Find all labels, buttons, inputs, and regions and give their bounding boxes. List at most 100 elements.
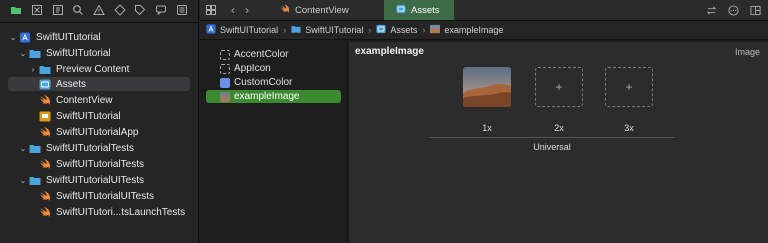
icon-placeholder-icon	[220, 63, 230, 74]
asset-catalog-icon	[376, 24, 386, 36]
entitlements-icon	[38, 110, 52, 122]
breadcrumb-item[interactable]: SwiftUITutorial	[206, 24, 278, 36]
tree-item-folder[interactable]: ⌄ SwiftUITutorial	[8, 46, 190, 60]
split-editor-icon[interactable]	[748, 2, 762, 18]
folder-icon[interactable]	[6, 1, 27, 19]
tab-label: ContentView	[295, 4, 349, 16]
tree-item-label: Assets	[56, 78, 87, 90]
folder-icon	[291, 24, 301, 36]
breadcrumb-item[interactable]: Assets	[376, 24, 417, 36]
editor-area: ‹ › ContentView Assets SwiftUITutorial ›…	[200, 0, 768, 243]
hierarchy-icon[interactable]	[47, 1, 68, 19]
navigator-toolbar	[0, 0, 198, 20]
swift-file-icon	[280, 3, 290, 17]
chevron-down-icon[interactable]: ⌄	[18, 176, 28, 185]
asset-label: AccentColor	[234, 49, 289, 60]
asset-item-customcolor[interactable]: CustomColor	[206, 76, 341, 89]
breadcrumb-label: exampleImage	[444, 25, 504, 35]
breadcrumb-label: SwiftUITutorial	[305, 25, 364, 35]
chevron-right-icon: ›	[283, 25, 287, 35]
editor-right-tools	[704, 2, 762, 18]
tree-item-label: SwiftUITutorialUITests	[46, 174, 144, 186]
breadcrumb-label: Assets	[390, 25, 418, 35]
asset-label: CustomColor	[234, 77, 293, 88]
folder-icon	[28, 142, 42, 154]
tree-item-folder[interactable]: ⌄ SwiftUITutorialUITests	[8, 173, 190, 187]
speech-icon[interactable]	[151, 1, 172, 19]
asset-item-exampleimage[interactable]: exampleImage	[206, 90, 341, 103]
swift-file-icon	[38, 94, 52, 106]
chevron-right-icon: ›	[368, 25, 372, 35]
project-navigator: ⌄ SwiftUITutorial ⌄ SwiftUITutorial › Pr…	[0, 0, 199, 243]
project-icon	[18, 31, 32, 43]
breadcrumb-label: SwiftUITutorial	[220, 25, 279, 35]
x-square-icon[interactable]	[27, 1, 48, 19]
swap-icon[interactable]	[704, 2, 718, 18]
tree-item-file[interactable]: SwiftUITutorialUITests	[8, 189, 190, 203]
grid-icon[interactable]	[204, 1, 218, 19]
tree-item-folder[interactable]: ⌄ SwiftUITutorialTests	[8, 141, 190, 155]
folder-icon	[38, 63, 52, 75]
breadcrumb-item[interactable]: exampleImage	[430, 24, 503, 36]
list-icon[interactable]	[171, 1, 192, 19]
tree-item-file[interactable]: SwiftUITutori...tsLaunchTests	[8, 205, 190, 219]
chevron-right-icon: ›	[422, 25, 426, 35]
image-slot-1x[interactable]	[463, 67, 511, 107]
asset-item-accentcolor[interactable]: AccentColor	[206, 48, 341, 61]
swift-file-icon	[38, 190, 52, 202]
forward-icon[interactable]: ›	[240, 1, 254, 19]
tree-item-file[interactable]: SwiftUITutorial	[8, 109, 190, 123]
folder-icon	[28, 174, 42, 186]
divider	[429, 137, 675, 138]
slot-label-1x: 1x	[482, 123, 492, 133]
tree-item-file[interactable]: SwiftUITutorialTests	[8, 157, 190, 171]
tree-item-label: SwiftUITutori...tsLaunchTests	[56, 206, 186, 218]
chevron-down-icon[interactable]: ⌄	[18, 49, 28, 58]
diamond-icon[interactable]	[109, 1, 130, 19]
asset-catalog-icon	[38, 78, 52, 90]
swift-file-icon	[38, 206, 52, 218]
warning-icon[interactable]	[89, 1, 110, 19]
tab-contentview[interactable]: ContentView	[268, 0, 356, 20]
image-set-name: exampleImage	[355, 46, 424, 57]
tab-assets[interactable]: Assets	[384, 0, 454, 20]
asset-list: AccentColor AppIcon CustomColor exampleI…	[200, 42, 348, 243]
breadcrumb: SwiftUITutorial › SwiftUITutorial › Asse…	[200, 20, 768, 40]
tree-item-label: SwiftUITutorialTests	[46, 142, 134, 154]
image-thumbnail-icon	[220, 91, 230, 102]
plus-icon: +	[555, 80, 563, 94]
breadcrumb-item[interactable]: SwiftUITutorial	[291, 24, 363, 36]
more-icon[interactable]	[726, 2, 740, 18]
chevron-down-icon[interactable]: ⌄	[8, 33, 18, 42]
asset-label: AppIcon	[234, 63, 271, 74]
tag-icon[interactable]	[130, 1, 151, 19]
tree-item-file[interactable]: ContentView	[8, 93, 190, 107]
chevron-right-icon[interactable]: ›	[28, 65, 38, 74]
tree-item-assets[interactable]: Assets	[8, 77, 190, 91]
chevron-down-icon[interactable]: ⌄	[18, 144, 28, 153]
desert-image	[463, 67, 511, 107]
tree-item-label: SwiftUITutorial	[56, 110, 121, 122]
search-icon[interactable]	[68, 1, 89, 19]
tree-item-label: SwiftUITutorialUITests	[56, 190, 154, 202]
slot-label-3x: 3x	[624, 123, 634, 133]
tree-item-label: ContentView	[56, 94, 113, 106]
group-label-universal: Universal	[533, 142, 571, 152]
tab-bar: ‹ › ContentView Assets	[200, 0, 768, 20]
asset-item-appicon[interactable]: AppIcon	[206, 62, 341, 75]
swift-file-icon	[38, 126, 52, 138]
back-icon[interactable]: ‹	[226, 1, 240, 19]
image-thumbnail-icon	[430, 24, 441, 36]
tree-item-project[interactable]: ⌄ SwiftUITutorial	[8, 30, 190, 44]
tree-item-file[interactable]: SwiftUITutorialApp	[8, 125, 190, 139]
plus-icon: +	[625, 80, 633, 94]
tree-item-folder[interactable]: › Preview Content	[8, 62, 190, 76]
image-slot-3x[interactable]: +	[605, 67, 653, 107]
project-icon	[206, 24, 216, 36]
tree-item-label: SwiftUITutorial	[46, 47, 111, 59]
tree-item-label: SwiftUITutorial	[36, 31, 101, 43]
swift-file-icon	[38, 158, 52, 170]
image-slot-2x[interactable]: +	[535, 67, 583, 107]
asset-catalog-icon	[396, 4, 406, 17]
slot-label-2x: 2x	[554, 123, 564, 133]
